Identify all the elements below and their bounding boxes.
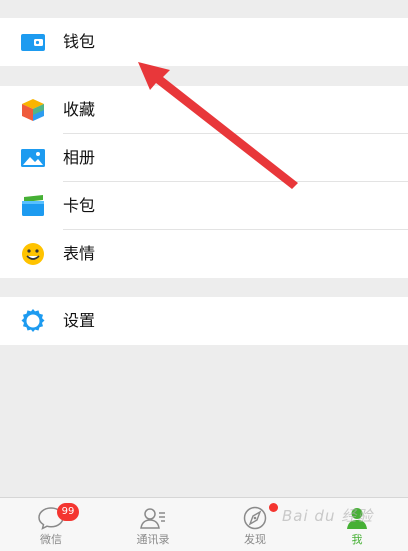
contacts-icon [139, 506, 167, 530]
tab-label: 通讯录 [136, 533, 170, 546]
main-group: 收藏 相册 卡包 表情 [0, 86, 408, 278]
menu-item-stickers[interactable]: 表情 [0, 230, 408, 278]
menu-item-cards[interactable]: 卡包 [0, 182, 408, 230]
tab-label: 发现 [244, 533, 266, 546]
menu-item-label: 设置 [63, 311, 96, 330]
photo-icon [20, 146, 46, 170]
tab-chats[interactable]: 99 微信 [0, 498, 102, 551]
new-content-dot [269, 503, 278, 512]
compass-icon [241, 506, 269, 530]
card-icon [20, 194, 46, 218]
menu-item-favorites[interactable]: 收藏 [0, 86, 408, 134]
tab-label: 微信 [40, 533, 62, 546]
menu-item-label: 相册 [63, 148, 96, 167]
settings-group: 设置 [0, 297, 408, 345]
menu-item-label: 收藏 [63, 100, 96, 119]
tab-label: 我 [351, 533, 363, 546]
menu-item-label: 表情 [63, 244, 96, 263]
menu-item-settings[interactable]: 设置 [0, 297, 408, 345]
gear-icon [20, 309, 46, 333]
smiley-icon [20, 242, 46, 266]
wallet-icon [20, 30, 46, 54]
tab-contacts[interactable]: 通讯录 [102, 498, 204, 551]
watermark: Bai du 经验 [282, 507, 374, 525]
menu-item-album[interactable]: 相册 [0, 134, 408, 182]
cube-icon [20, 98, 46, 122]
menu-item-wallet[interactable]: 钱包 [0, 18, 408, 66]
menu-item-label: 卡包 [63, 196, 96, 215]
menu-item-label: 钱包 [63, 32, 96, 51]
wallet-group: 钱包 [0, 18, 408, 66]
unread-badge: 99 [57, 503, 79, 521]
